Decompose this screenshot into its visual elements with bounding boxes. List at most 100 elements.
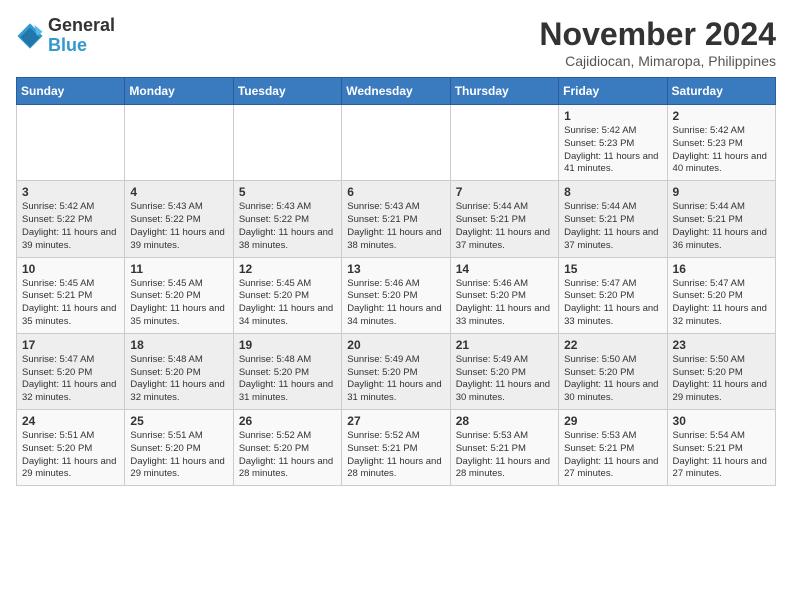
calendar-cell: 21 Sunrise: 5:49 AM Sunset: 5:20 PM Dayli… [450, 333, 558, 409]
calendar-week-row: 17Sunrise: 5:47 AM Sunset: 5:20 PM Dayli… [17, 333, 776, 409]
calendar-cell: 14 Sunrise: 5:46 AM Sunset: 5:20 PM Dayli… [450, 257, 558, 333]
calendar-cell: 4Sunrise: 5:43 AM Sunset: 5:22 PM Daylig… [125, 181, 233, 257]
day-number: 30 [673, 414, 770, 428]
day-number: 7 [456, 185, 553, 199]
day-info: Sunrise: 5:47 AM Sunset: 5:20 PM Dayligh… [22, 354, 119, 405]
day-number: 16 [673, 262, 770, 276]
calendar-week-row: 1 Sunrise: 5:42 AM Sunset: 5:23 PM Daylig… [17, 105, 776, 181]
calendar-cell: 25Sunrise: 5:51 AM Sunset: 5:20 PM Dayli… [125, 410, 233, 486]
calendar-cell: 3 Sunrise: 5:42 AM Sunset: 5:22 PM Daylig… [17, 181, 125, 257]
calendar-week-row: 24Sunrise: 5:51 AM Sunset: 5:20 PM Dayli… [17, 410, 776, 486]
calendar-cell: 20 Sunrise: 5:49 AM Sunset: 5:20 PM Dayli… [342, 333, 450, 409]
logo-blue-text: Blue [48, 35, 87, 55]
calendar-cell: 23Sunrise: 5:50 AM Sunset: 5:20 PM Dayli… [667, 333, 775, 409]
calendar-cell: 15Sunrise: 5:47 AM Sunset: 5:20 PM Dayli… [559, 257, 667, 333]
day-number: 21 [456, 338, 553, 352]
calendar-cell: 24Sunrise: 5:51 AM Sunset: 5:20 PM Dayli… [17, 410, 125, 486]
day-info: Sunrise: 5:46 AM Sunset: 5:20 PM Dayligh… [456, 278, 553, 329]
weekday-header-friday: Friday [559, 78, 667, 105]
day-info: Sunrise: 5:54 AM Sunset: 5:21 PM Dayligh… [673, 430, 770, 481]
month-title: November 2024 [539, 16, 776, 53]
calendar-cell: 10 Sunrise: 5:45 AM Sunset: 5:21 PM Dayli… [17, 257, 125, 333]
day-number: 18 [130, 338, 227, 352]
day-info: Sunrise: 5:44 AM Sunset: 5:21 PM Dayligh… [564, 201, 661, 252]
weekday-header-row: SundayMondayTuesdayWednesdayThursdayFrid… [17, 78, 776, 105]
day-info: Sunrise: 5:51 AM Sunset: 5:20 PM Dayligh… [130, 430, 227, 481]
logo-general-text: General [48, 15, 115, 35]
day-info: Sunrise: 5:43 AM Sunset: 5:22 PM Dayligh… [239, 201, 336, 252]
calendar-cell [17, 105, 125, 181]
calendar-cell: 30 Sunrise: 5:54 AM Sunset: 5:21 PM Dayli… [667, 410, 775, 486]
calendar-table: SundayMondayTuesdayWednesdayThursdayFrid… [16, 77, 776, 486]
weekday-header-saturday: Saturday [667, 78, 775, 105]
day-info: Sunrise: 5:42 AM Sunset: 5:23 PM Dayligh… [673, 125, 770, 176]
calendar-cell: 9Sunrise: 5:44 AM Sunset: 5:21 PM Daylig… [667, 181, 775, 257]
calendar-cell: 22Sunrise: 5:50 AM Sunset: 5:20 PM Dayli… [559, 333, 667, 409]
day-info: Sunrise: 5:48 AM Sunset: 5:20 PM Dayligh… [239, 354, 336, 405]
day-number: 20 [347, 338, 444, 352]
day-number: 11 [130, 262, 227, 276]
weekday-header-monday: Monday [125, 78, 233, 105]
calendar-week-row: 10 Sunrise: 5:45 AM Sunset: 5:21 PM Dayli… [17, 257, 776, 333]
day-number: 10 [22, 262, 119, 276]
day-info: Sunrise: 5:48 AM Sunset: 5:20 PM Dayligh… [130, 354, 227, 405]
calendar-cell: 8 Sunrise: 5:44 AM Sunset: 5:21 PM Daylig… [559, 181, 667, 257]
day-info: Sunrise: 5:47 AM Sunset: 5:20 PM Dayligh… [673, 278, 770, 329]
weekday-header-wednesday: Wednesday [342, 78, 450, 105]
day-number: 19 [239, 338, 336, 352]
day-number: 12 [239, 262, 336, 276]
calendar-cell: 18 Sunrise: 5:48 AM Sunset: 5:20 PM Dayli… [125, 333, 233, 409]
calendar-cell: 28Sunrise: 5:53 AM Sunset: 5:21 PM Dayli… [450, 410, 558, 486]
day-info: Sunrise: 5:53 AM Sunset: 5:21 PM Dayligh… [456, 430, 553, 481]
day-number: 15 [564, 262, 661, 276]
day-info: Sunrise: 5:46 AM Sunset: 5:20 PM Dayligh… [347, 278, 444, 329]
day-info: Sunrise: 5:44 AM Sunset: 5:21 PM Dayligh… [456, 201, 553, 252]
day-number: 3 [22, 185, 119, 199]
day-info: Sunrise: 5:45 AM Sunset: 5:21 PM Dayligh… [22, 278, 119, 329]
day-info: Sunrise: 5:45 AM Sunset: 5:20 PM Dayligh… [239, 278, 336, 329]
day-info: Sunrise: 5:51 AM Sunset: 5:20 PM Dayligh… [22, 430, 119, 481]
page-header: General Blue November 2024 Cajidiocan, M… [16, 16, 776, 69]
calendar-cell [125, 105, 233, 181]
calendar-cell: 13 Sunrise: 5:46 AM Sunset: 5:20 PM Dayli… [342, 257, 450, 333]
day-number: 4 [130, 185, 227, 199]
day-info: Sunrise: 5:52 AM Sunset: 5:20 PM Dayligh… [239, 430, 336, 481]
day-number: 29 [564, 414, 661, 428]
day-info: Sunrise: 5:49 AM Sunset: 5:20 PM Dayligh… [456, 354, 553, 405]
day-number: 9 [673, 185, 770, 199]
day-info: Sunrise: 5:53 AM Sunset: 5:21 PM Dayligh… [564, 430, 661, 481]
day-info: Sunrise: 5:42 AM Sunset: 5:23 PM Dayligh… [564, 125, 661, 176]
logo: General Blue [16, 16, 115, 56]
day-number: 26 [239, 414, 336, 428]
calendar-cell: 26 Sunrise: 5:52 AM Sunset: 5:20 PM Dayli… [233, 410, 341, 486]
day-number: 8 [564, 185, 661, 199]
calendar-cell [233, 105, 341, 181]
day-number: 14 [456, 262, 553, 276]
calendar-cell: 11 Sunrise: 5:45 AM Sunset: 5:20 PM Dayli… [125, 257, 233, 333]
calendar-cell: 27 Sunrise: 5:52 AM Sunset: 5:21 PM Dayli… [342, 410, 450, 486]
title-block: November 2024 Cajidiocan, Mimaropa, Phil… [539, 16, 776, 69]
day-number: 27 [347, 414, 444, 428]
calendar-cell: 6 Sunrise: 5:43 AM Sunset: 5:21 PM Daylig… [342, 181, 450, 257]
day-info: Sunrise: 5:52 AM Sunset: 5:21 PM Dayligh… [347, 430, 444, 481]
day-info: Sunrise: 5:50 AM Sunset: 5:20 PM Dayligh… [673, 354, 770, 405]
day-info: Sunrise: 5:42 AM Sunset: 5:22 PM Dayligh… [22, 201, 119, 252]
day-number: 1 [564, 109, 661, 123]
calendar-cell [450, 105, 558, 181]
calendar-cell: 17Sunrise: 5:47 AM Sunset: 5:20 PM Dayli… [17, 333, 125, 409]
calendar-week-row: 3 Sunrise: 5:42 AM Sunset: 5:22 PM Daylig… [17, 181, 776, 257]
calendar-cell: 16 Sunrise: 5:47 AM Sunset: 5:20 PM Dayli… [667, 257, 775, 333]
day-info: Sunrise: 5:43 AM Sunset: 5:21 PM Dayligh… [347, 201, 444, 252]
day-info: Sunrise: 5:50 AM Sunset: 5:20 PM Dayligh… [564, 354, 661, 405]
weekday-header-tuesday: Tuesday [233, 78, 341, 105]
location-subtitle: Cajidiocan, Mimaropa, Philippines [539, 53, 776, 69]
calendar-cell: 7 Sunrise: 5:44 AM Sunset: 5:21 PM Daylig… [450, 181, 558, 257]
calendar-cell: 12 Sunrise: 5:45 AM Sunset: 5:20 PM Dayli… [233, 257, 341, 333]
calendar-cell [342, 105, 450, 181]
day-info: Sunrise: 5:49 AM Sunset: 5:20 PM Dayligh… [347, 354, 444, 405]
calendar-cell: 29 Sunrise: 5:53 AM Sunset: 5:21 PM Dayli… [559, 410, 667, 486]
day-number: 13 [347, 262, 444, 276]
calendar-cell: 1 Sunrise: 5:42 AM Sunset: 5:23 PM Daylig… [559, 105, 667, 181]
day-info: Sunrise: 5:45 AM Sunset: 5:20 PM Dayligh… [130, 278, 227, 329]
day-number: 6 [347, 185, 444, 199]
